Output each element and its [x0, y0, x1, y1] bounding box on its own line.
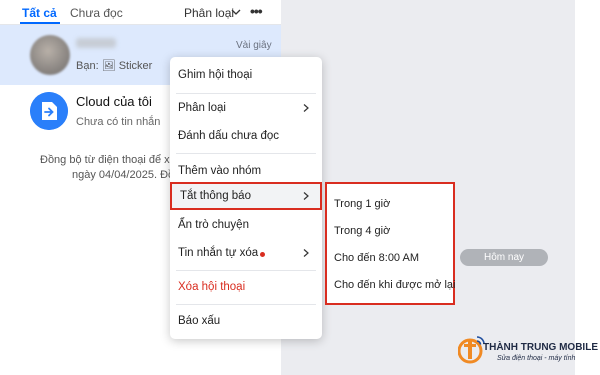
more-horizontal-icon[interactable]: ••• — [250, 3, 263, 19]
mute-option-1h[interactable]: Trong 1 giờ — [327, 191, 453, 217]
mute-option-4h[interactable]: Trong 4 giờ — [327, 218, 453, 244]
menu-item-label: Ẩn trò chuyện — [178, 219, 249, 231]
submenu-item-label: Cho đến khi được mở lại — [334, 279, 456, 291]
menu-item-label: Tin nhắn tự xóa — [178, 247, 259, 259]
date-divider-pill: Hôm nay — [460, 249, 548, 266]
menu-item-classify[interactable]: Phân loại — [170, 96, 322, 122]
conversation-time: Vài giây — [236, 40, 272, 51]
menu-item-report[interactable]: Báo xấu — [170, 309, 322, 335]
menu-item-label: Phân loại — [178, 102, 226, 114]
menu-item-label: Tắt thông báo — [180, 190, 251, 202]
menu-item-hide-chat[interactable]: Ẩn trò chuyện — [170, 213, 322, 239]
menu-item-label: Ghim hội thoại — [178, 69, 253, 81]
menu-item-label: Xóa hội thoại — [178, 281, 246, 293]
sync-notice-line-1: Đồng bộ từ điện thoại để xe — [40, 154, 176, 166]
submenu-item-label: Trong 1 giờ — [334, 198, 391, 210]
tab-all[interactable]: Tất cả — [22, 6, 57, 20]
conversation-preview: Chưa có tin nhắn — [76, 116, 161, 128]
menu-divider — [176, 304, 316, 305]
active-tab-indicator — [20, 22, 60, 24]
menu-divider — [176, 270, 316, 271]
mute-duration-submenu: Trong 1 giờ Trong 4 giờ Cho đến 8:00 AM … — [325, 182, 455, 305]
submenu-item-label: Trong 4 giờ — [334, 225, 391, 237]
chevron-right-icon — [303, 104, 309, 112]
filter-dropdown[interactable]: Phân loại — [184, 6, 234, 20]
mute-option-until-reopened[interactable]: Cho đến khi được mở lại — [327, 272, 456, 298]
window-edge — [575, 0, 600, 375]
conversation-preview: Bạn: 🖼 Sticker — [76, 60, 153, 72]
chevron-right-icon — [303, 249, 309, 257]
mute-option-until-8am[interactable]: Cho đến 8:00 AM — [327, 245, 453, 271]
conversation-name: Cloud của tôi — [76, 94, 152, 109]
menu-divider — [176, 153, 316, 154]
brand-tagline: Sửa điện thoại - máy tính — [497, 355, 576, 362]
conversation-context-menu: Ghim hội thoại Phân loại Đánh dấu chưa đ… — [170, 57, 322, 339]
chevron-down-icon[interactable] — [230, 6, 242, 18]
menu-item-label: Thêm vào nhóm — [178, 165, 262, 177]
menu-item-auto-delete[interactable]: Tin nhắn tự xóa — [170, 241, 322, 267]
submenu-item-label: Cho đến 8:00 AM — [334, 252, 420, 264]
cloud-share-icon — [30, 92, 68, 130]
menu-item-delete-conversation[interactable]: Xóa hội thoại — [170, 275, 322, 301]
avatar — [30, 35, 70, 75]
menu-divider — [176, 93, 316, 94]
chevron-right-icon — [303, 192, 309, 200]
menu-item-label: Báo xấu — [178, 315, 221, 327]
new-badge-dot — [260, 252, 265, 257]
conversation-name-blurred — [76, 38, 116, 48]
tab-unread[interactable]: Chưa đọc — [70, 6, 123, 20]
conversation-tabs: Tất cả Chưa đọc Phân loại ••• — [0, 0, 281, 25]
menu-item-mute-notifications[interactable]: Tắt thông báo — [170, 182, 322, 210]
menu-item-mark-unread[interactable]: Đánh dấu chưa đọc — [170, 124, 322, 150]
sync-notice-line-2: ngày 04/04/2025. Đồ — [72, 169, 175, 181]
menu-item-pin[interactable]: Ghim hội thoại — [170, 63, 322, 89]
brand-name: THÀNH TRUNG MOBILE — [483, 342, 598, 353]
menu-item-label: Đánh dấu chưa đọc — [178, 130, 280, 142]
